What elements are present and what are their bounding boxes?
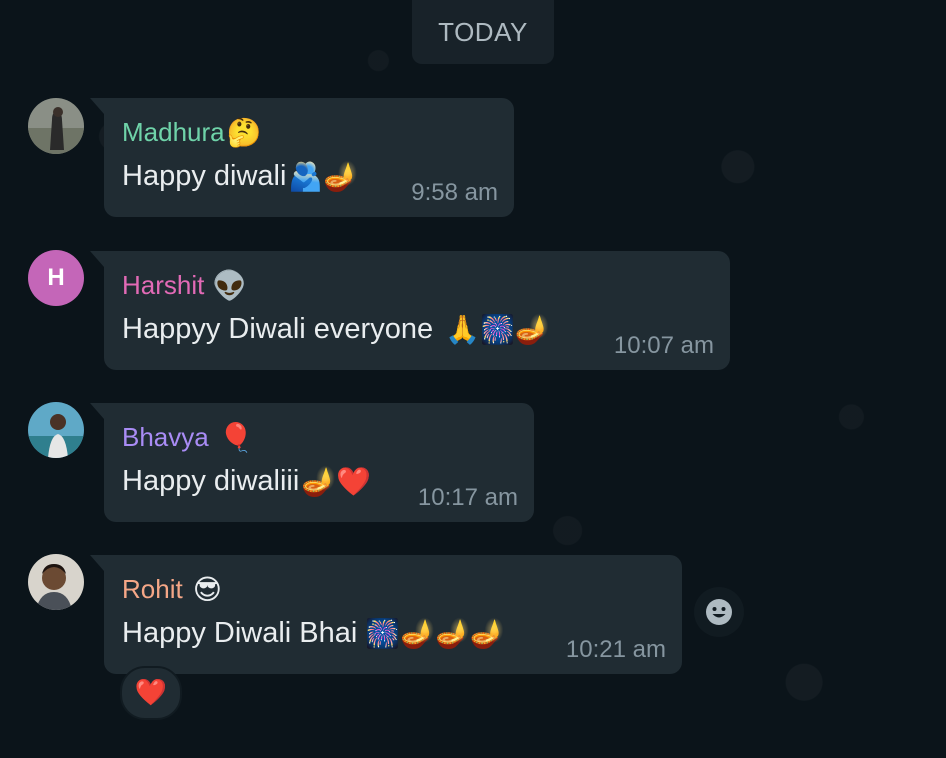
message-emoji: 🫂🪔 bbox=[288, 160, 359, 193]
message-bubble[interactable]: Rohit 😎 Happy Diwali Bhai 🎆🪔🪔🪔 10:21 am bbox=[90, 555, 682, 674]
avatar-photo-icon bbox=[28, 98, 84, 154]
date-divider: TODAY bbox=[412, 0, 554, 64]
sender-name[interactable]: Madhura 🤔 bbox=[122, 116, 262, 149]
sender-label: Bhavya bbox=[122, 422, 209, 452]
message-bubble[interactable]: Bhavya 🎈 Happy diwaliii 🪔❤️ 10:17 am bbox=[90, 403, 534, 522]
message-text: Happy Diwali Bhai 🎆🪔🪔🪔 bbox=[122, 617, 505, 650]
avatar-photo-icon bbox=[28, 402, 84, 458]
message-bubble[interactable]: Harshit 👽 Happyy Diwali everyone 🙏🎆🪔 10:… bbox=[90, 251, 730, 370]
message-body: Happy Diwali Bhai bbox=[122, 617, 358, 649]
sender-name[interactable]: Rohit 😎 bbox=[122, 573, 222, 606]
message-emoji: 🙏🎆🪔 bbox=[445, 313, 550, 346]
avatar-madhura[interactable] bbox=[28, 98, 84, 154]
sender-emoji: 😎 bbox=[192, 573, 222, 606]
avatar-rohit[interactable] bbox=[28, 554, 84, 610]
message-time: 9:58 am bbox=[411, 179, 498, 206]
message-reaction[interactable]: ❤️ bbox=[120, 666, 182, 720]
message-text: Happyy Diwali everyone 🙏🎆🪔 bbox=[122, 313, 550, 346]
message-body: Happy diwaliii bbox=[122, 465, 300, 497]
sender-label: Madhura bbox=[122, 117, 225, 147]
message-time: 10:21 am bbox=[565, 636, 666, 663]
heart-reaction-icon: ❤️ bbox=[134, 678, 168, 708]
message-bubble[interactable]: Madhura 🤔 Happy diwali 🫂🪔 9:58 am bbox=[90, 98, 514, 217]
message-text: Happy diwali 🫂🪔 bbox=[122, 160, 358, 193]
message-time: 10:07 am bbox=[613, 332, 714, 359]
emoji-reaction-icon bbox=[706, 599, 732, 625]
emoji-reaction-button[interactable] bbox=[694, 587, 744, 637]
sender-emoji: 🤔 bbox=[226, 116, 262, 149]
message-emoji: 🪔❤️ bbox=[301, 465, 372, 498]
sender-name[interactable]: Harshit 👽 bbox=[122, 269, 247, 302]
avatar-bhavya[interactable] bbox=[28, 402, 84, 458]
message-body: Happyy Diwali everyone bbox=[122, 313, 434, 345]
message-time: 10:17 am bbox=[417, 484, 518, 511]
message-emoji: 🎆🪔🪔🪔 bbox=[365, 617, 505, 650]
message-text: Happy diwaliii 🪔❤️ bbox=[122, 465, 371, 498]
sender-label: Rohit bbox=[122, 574, 183, 604]
avatar-photo-icon bbox=[28, 554, 84, 610]
sender-emoji: 👽 bbox=[212, 269, 248, 302]
sender-label: Harshit bbox=[122, 270, 205, 300]
sender-emoji: 🎈 bbox=[218, 421, 254, 454]
sender-name[interactable]: Bhavya 🎈 bbox=[122, 421, 254, 454]
message-body: Happy diwali bbox=[122, 160, 287, 192]
avatar-harshit[interactable]: H bbox=[28, 250, 84, 306]
